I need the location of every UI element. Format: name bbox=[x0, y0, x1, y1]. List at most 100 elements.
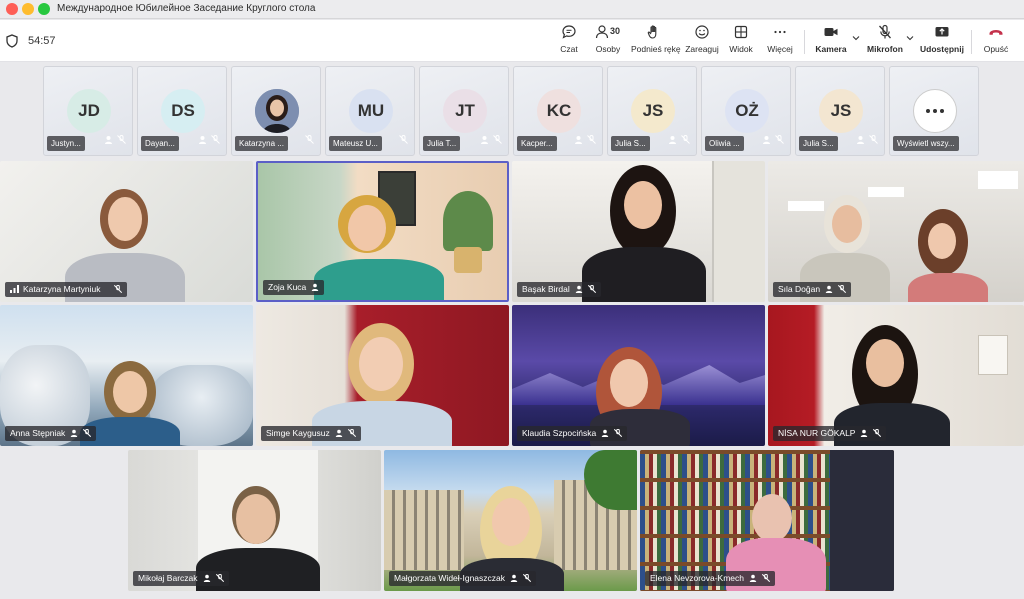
mic-off-icon bbox=[614, 427, 623, 438]
participant-tile[interactable]: DS Dayan... bbox=[137, 66, 227, 156]
leave-label: Opuść bbox=[983, 44, 1009, 54]
participant-tile[interactable]: JS Julia S... bbox=[795, 66, 885, 156]
camera-icon bbox=[815, 24, 847, 42]
more-button[interactable]: Więcej bbox=[765, 24, 795, 60]
chat-label: Czat bbox=[560, 44, 578, 54]
mic-off-icon bbox=[83, 427, 92, 438]
mic-off-icon bbox=[761, 572, 771, 583]
react-button[interactable]: Zareaguj bbox=[685, 24, 719, 60]
mic-off-icon bbox=[522, 572, 532, 583]
people-icon bbox=[203, 572, 211, 582]
mic-off-icon bbox=[211, 131, 220, 144]
camera-label: Kamera bbox=[815, 44, 847, 54]
video-tile[interactable]: Sıla Doğan bbox=[768, 161, 1024, 302]
camera-chevron-down-icon[interactable] bbox=[852, 34, 860, 42]
mic-chevron-down-icon[interactable] bbox=[906, 34, 914, 42]
participant-tile[interactable]: OŻ Oliwia ... bbox=[701, 66, 791, 156]
participant-tile[interactable]: JT Julia T... bbox=[419, 66, 509, 156]
mic-off-icon bbox=[117, 131, 126, 144]
video-tile[interactable]: Katarzyna Martyniuk bbox=[0, 161, 253, 302]
avatar: MU bbox=[349, 89, 393, 133]
mic-off-icon bbox=[587, 283, 596, 294]
share-button[interactable]: Udostępnij bbox=[920, 24, 964, 60]
participant-name-tag: Simge Kaygusuz bbox=[261, 426, 361, 441]
participant-name: Justyn... bbox=[47, 136, 85, 151]
video-tile[interactable]: Başak Birdal bbox=[512, 161, 765, 302]
video-tile-active-speaker[interactable]: Zoja Kuca bbox=[256, 161, 509, 302]
video-tile[interactable]: Anna Stępniak bbox=[0, 305, 253, 446]
video-tile[interactable]: Mikołaj Barczak bbox=[128, 450, 381, 591]
people-icon bbox=[856, 131, 865, 144]
participant-name-tag: Zoja Kuca bbox=[263, 280, 325, 295]
video-tile[interactable]: Klaudia Szpocińska bbox=[512, 305, 765, 446]
mic-off-icon bbox=[305, 131, 314, 144]
camera-button[interactable]: Kamera bbox=[815, 24, 847, 60]
participant-tile[interactable]: Katarzyna ... bbox=[231, 66, 321, 156]
participant-tile[interactable]: JD Justyn... bbox=[43, 66, 133, 156]
hand-icon bbox=[631, 24, 677, 42]
people-icon bbox=[668, 131, 677, 144]
participant-name: Katarzyna Martyniuk bbox=[23, 284, 101, 294]
people-label: Osoby bbox=[595, 44, 621, 54]
close-window-button[interactable] bbox=[6, 3, 18, 15]
signal-icon bbox=[10, 285, 19, 293]
avatar: JS bbox=[819, 89, 863, 133]
participant-name: Mateusz U... bbox=[329, 136, 382, 151]
participant-name: Anna Stępniak bbox=[10, 428, 66, 438]
avatar-photo bbox=[255, 89, 299, 133]
minimize-window-button[interactable] bbox=[22, 3, 34, 15]
toolbar-divider bbox=[804, 30, 805, 54]
toolbar-divider bbox=[971, 30, 972, 54]
shield-icon bbox=[6, 34, 18, 48]
participant-name: Julia T... bbox=[423, 136, 461, 151]
grid-view-icon bbox=[727, 24, 755, 42]
participant-name: Başak Birdal bbox=[522, 284, 570, 294]
mic-off-icon bbox=[775, 131, 784, 144]
participant-name: Oliwia ... bbox=[705, 136, 744, 151]
participant-name-tag: Sıla Doğan bbox=[773, 282, 852, 297]
participant-name: Mikołaj Barczak bbox=[138, 573, 198, 583]
video-tile[interactable]: Małgorzata Wideł-Ignaszczak bbox=[384, 450, 637, 591]
people-icon bbox=[311, 281, 319, 291]
participant-name: Sıla Doğan bbox=[778, 284, 821, 294]
participant-tile[interactable]: JS Julia S... bbox=[607, 66, 697, 156]
mic-off-icon bbox=[114, 283, 123, 294]
people-icon bbox=[825, 283, 833, 293]
video-tile[interactable]: Simge Kaygusuz bbox=[256, 305, 509, 446]
people-icon bbox=[198, 131, 207, 144]
microphone-button[interactable]: Mikrofon bbox=[866, 24, 904, 60]
participant-name: Katarzyna ... bbox=[235, 136, 288, 151]
view-all-tile[interactable]: Wyświetl wszy... bbox=[889, 66, 979, 156]
participant-name-tag: Anna Stępniak bbox=[5, 426, 97, 441]
people-icon bbox=[762, 131, 771, 144]
participant-tile[interactable]: KC Kacper... bbox=[513, 66, 603, 156]
meeting-toolbar: 54:57 Czat 30 Osoby Podnieś rękę Zareagu… bbox=[0, 20, 1024, 62]
microphone-label: Mikrofon bbox=[867, 44, 903, 54]
title-bar: Международное Юбилейное Заседание Кругло… bbox=[0, 0, 1024, 19]
mic-off-icon bbox=[681, 131, 690, 144]
participant-tile[interactable]: MU Mateusz U... bbox=[325, 66, 415, 156]
people-icon bbox=[860, 427, 868, 437]
more-dots-icon bbox=[913, 89, 957, 133]
raise-hand-button[interactable]: Podnieś rękę bbox=[631, 24, 681, 60]
react-label: Zareaguj bbox=[685, 44, 719, 54]
people-icon bbox=[104, 131, 113, 144]
zoom-window-button[interactable] bbox=[38, 3, 50, 15]
share-label: Udostępnij bbox=[920, 44, 964, 54]
participant-name: Elena Nevzorova-Kmech bbox=[650, 573, 745, 583]
video-tile[interactable]: NİSA NUR GÖKALP bbox=[768, 305, 1024, 446]
avatar: JS bbox=[631, 89, 675, 133]
mic-off-icon bbox=[869, 131, 878, 144]
video-tile[interactable]: Elena Nevzorova-Kmech bbox=[640, 450, 894, 591]
participant-name-tag: Katarzyna Martyniuk bbox=[5, 282, 128, 297]
people-icon bbox=[749, 572, 757, 582]
avatar: DS bbox=[161, 89, 205, 133]
leave-button[interactable]: Opuść bbox=[981, 24, 1011, 60]
chat-button[interactable]: Czat bbox=[555, 24, 583, 60]
avatar: JT bbox=[443, 89, 487, 133]
view-button[interactable]: Widok bbox=[727, 24, 755, 60]
more-dots-icon bbox=[765, 24, 795, 42]
view-label: Widok bbox=[729, 44, 753, 54]
people-button[interactable]: 30 Osoby bbox=[592, 24, 624, 60]
meeting-timer: 54:57 bbox=[28, 35, 56, 47]
